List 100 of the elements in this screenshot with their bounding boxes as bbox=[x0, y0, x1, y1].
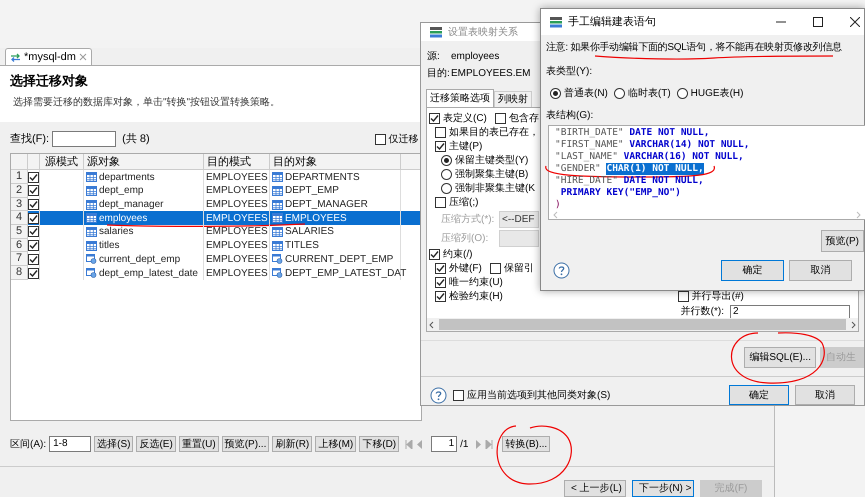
option-label: 并行导出(#) bbox=[692, 290, 744, 304]
tab[interactable]: 列映射 bbox=[494, 91, 532, 107]
checkbox[interactable] bbox=[28, 254, 39, 265]
checkbox[interactable] bbox=[435, 141, 446, 152]
target-value: EMPLOYEES.EM bbox=[451, 67, 530, 81]
page-field[interactable]: 1 bbox=[431, 436, 458, 452]
button[interactable]: 下一步(N) > bbox=[632, 480, 694, 497]
search-field[interactable] bbox=[52, 131, 116, 148]
range-field[interactable]: 1-8 bbox=[49, 436, 92, 452]
table-cell: EMPLOYEES bbox=[206, 212, 268, 225]
button[interactable]: 预览(P)... bbox=[222, 436, 270, 452]
checkbox[interactable] bbox=[28, 212, 39, 224]
radio-button[interactable] bbox=[676, 88, 688, 99]
target-label: 目的: bbox=[427, 67, 451, 81]
checkbox[interactable] bbox=[28, 226, 39, 238]
checkbox[interactable] bbox=[435, 277, 446, 288]
table-row[interactable]: 4 employees EMPLOYEES EMPLOYEES bbox=[11, 211, 421, 226]
sql-editor[interactable]: "BIRTH_DATE" DATE NOT NULL, "FIRST_NAME" VARCHAR(14) NOT NULL, "LAST_NAME" VARCHAR(16) NOT NULL, "GENDER" CHAR(1) NOT NULL, "HIRE_DATE" DATE NOT NULL, PRIMARY KEY("EMP_NO") ) bbox=[548, 125, 865, 220]
checkbox[interactable] bbox=[374, 134, 386, 145]
checkbox[interactable] bbox=[435, 127, 446, 138]
row-number: 7 bbox=[11, 252, 28, 266]
button[interactable]: 确定 bbox=[729, 385, 789, 405]
table-row[interactable]: 5 salaries EMPLOYEES SALARIES bbox=[11, 225, 421, 239]
close-icon[interactable] bbox=[850, 17, 860, 27]
code-text: DATE NOT NULL, bbox=[624, 175, 704, 187]
page-total: /1 bbox=[460, 438, 468, 452]
table-row[interactable]: 8 dept_emp_latest_date EMPLOYEES DEPT_EMP_LATEST_DAT bbox=[11, 266, 421, 280]
table-cell: dept_emp_latest_date bbox=[99, 266, 198, 280]
checkbox[interactable] bbox=[490, 263, 501, 274]
table-row[interactable]: 2 dept_emp EMPLOYEES DEPT_EMP bbox=[11, 184, 421, 198]
checkbox[interactable] bbox=[28, 199, 39, 210]
checkbox[interactable] bbox=[28, 240, 39, 252]
table-row[interactable]: 6 titles EMPLOYEES TITLES bbox=[11, 238, 421, 252]
help-icon[interactable] bbox=[430, 386, 447, 404]
checkbox[interactable] bbox=[435, 263, 446, 274]
maximize-icon[interactable] bbox=[813, 17, 823, 27]
checkbox[interactable] bbox=[28, 185, 39, 196]
option-label: 保留主键类型(Y) bbox=[455, 154, 528, 167]
column-header[interactable]: 源模式 bbox=[40, 154, 84, 170]
checkbox[interactable] bbox=[28, 172, 39, 183]
option-label: 应用当前选项到其他同类对象(S) bbox=[467, 388, 610, 402]
editor-tab[interactable]: *mysql-dm bbox=[5, 48, 92, 65]
table-cell: dept_manager bbox=[99, 198, 164, 212]
radio-button[interactable] bbox=[441, 155, 452, 166]
checkbox[interactable] bbox=[435, 291, 446, 302]
code-text: "HIRE_DATE" bbox=[555, 175, 619, 187]
help-icon[interactable] bbox=[553, 262, 570, 279]
table-row[interactable]: 7 current_dept_emp EMPLOYEES CURRENT_DEPT_EMP bbox=[11, 252, 421, 266]
checkbox[interactable] bbox=[494, 113, 506, 124]
radio-button[interactable] bbox=[614, 88, 625, 99]
tab[interactable]: 迁移策略选项 bbox=[426, 89, 494, 107]
horizontal-scrollbar[interactable] bbox=[427, 318, 858, 331]
table-cell: departments bbox=[99, 170, 155, 184]
column-header[interactable]: 目的对象 bbox=[270, 154, 401, 170]
option-label: 检验约束(H) bbox=[449, 290, 503, 303]
checkbox[interactable] bbox=[429, 249, 440, 260]
table-cell: EMPLOYEES bbox=[206, 252, 268, 266]
radio-button[interactable] bbox=[441, 169, 452, 180]
view-icon bbox=[272, 254, 283, 264]
column-header[interactable]: 源对象 bbox=[84, 154, 204, 170]
page-description: 选择需要迁移的数据库对象，单击"转换"按钮设置转换策略。 bbox=[12, 96, 280, 110]
checkbox[interactable] bbox=[28, 268, 39, 278]
code-text: "LAST_NAME" bbox=[555, 151, 619, 163]
input-field[interactable] bbox=[499, 230, 539, 246]
button[interactable]: 上移(M) bbox=[315, 436, 356, 452]
option-label: 保留引 bbox=[504, 262, 534, 275]
button[interactable]: 取消 bbox=[789, 260, 852, 281]
button[interactable]: 反选(E) bbox=[136, 436, 176, 452]
button[interactable]: 转换(B)... bbox=[502, 436, 550, 452]
table-row[interactable]: 1 departments EMPLOYEES DEPARTMENTS bbox=[11, 170, 421, 184]
button[interactable]: 取消 bbox=[795, 385, 855, 405]
button[interactable]: 编辑SQL(E)... bbox=[744, 347, 816, 368]
input-field[interactable]: 2 bbox=[730, 304, 850, 318]
button[interactable]: 下移(D) bbox=[359, 436, 400, 452]
button[interactable]: 选择(S) bbox=[94, 436, 134, 452]
table-cell: DEPARTMENTS bbox=[285, 170, 360, 184]
table-icon bbox=[86, 240, 97, 251]
checkbox[interactable] bbox=[453, 390, 464, 400]
checkbox[interactable] bbox=[429, 113, 440, 124]
radio-button[interactable] bbox=[441, 183, 452, 194]
row-number: 4 bbox=[11, 211, 28, 226]
radio-button[interactable] bbox=[550, 88, 561, 99]
table-cell: DEPT_MANAGER bbox=[285, 198, 368, 212]
table-cell: EMPLOYEES bbox=[206, 225, 268, 238]
column-header[interactable]: 目的模式 bbox=[204, 154, 270, 170]
button[interactable]: < 上一步(L) bbox=[564, 480, 626, 497]
option-label: 普通表(N) bbox=[564, 86, 608, 101]
code-text: ) bbox=[555, 199, 561, 211]
table-icon bbox=[86, 186, 97, 196]
button[interactable]: 确定 bbox=[721, 260, 784, 281]
code-text: VARCHAR(16) NOT NULL, bbox=[624, 151, 744, 163]
tab-label: *mysql-dm bbox=[24, 50, 76, 65]
table-cell: EMPLOYEES bbox=[206, 266, 268, 280]
checkbox[interactable] bbox=[678, 291, 689, 302]
option-label: 唯一约束(U) bbox=[449, 276, 503, 289]
button[interactable]: 刷新(R) bbox=[272, 436, 312, 452]
option-label: 仅迁移 bbox=[388, 132, 419, 147]
button[interactable]: 预览(P) bbox=[820, 230, 864, 252]
checkbox[interactable] bbox=[435, 197, 446, 208]
button[interactable]: 重置(U) bbox=[178, 436, 219, 452]
